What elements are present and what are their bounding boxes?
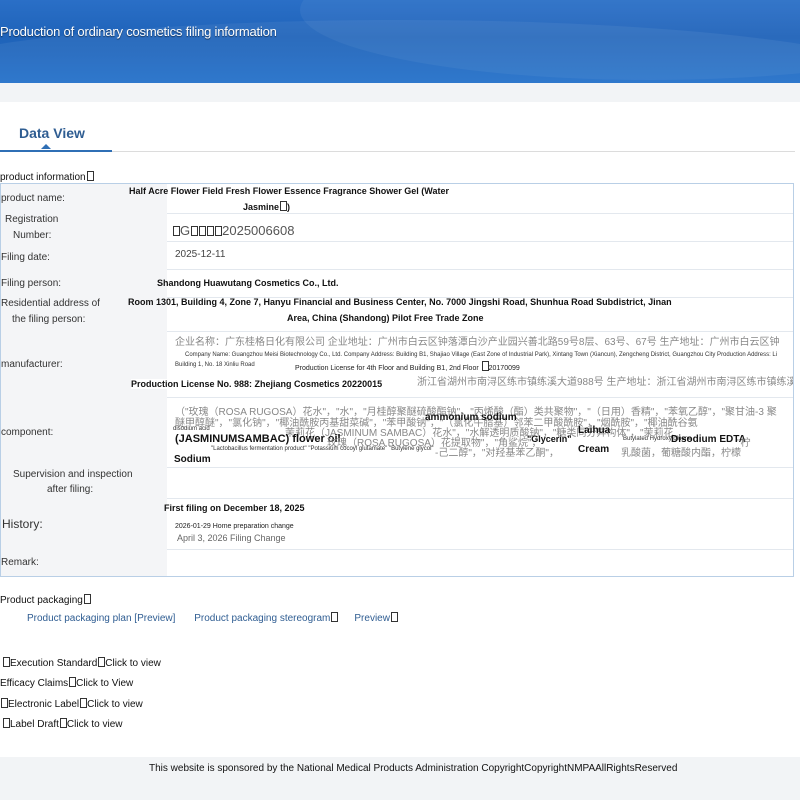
missing-glyph-icon xyxy=(331,612,339,622)
tab-caret-icon xyxy=(41,144,51,149)
page-footer: This website is sponsored by the Nationa… xyxy=(0,757,800,800)
history-value: First filing on December 18, 2025 2026-0… xyxy=(164,503,305,543)
filing-date-value: 2025-12-11 xyxy=(175,249,226,260)
product-packaging-title: Product packaging xyxy=(0,594,91,606)
tab-data-view[interactable]: Data View xyxy=(0,118,112,152)
row-supervision: Supervision and inspection after filing: xyxy=(1,467,793,499)
filing-person-label: Filing person: xyxy=(1,269,167,297)
tab-bar: Data View xyxy=(0,118,795,152)
page-title: Production of ordinary cosmetics filing … xyxy=(0,24,277,39)
footer-copyright: This website is sponsored by the Nationa… xyxy=(149,763,678,774)
filing-date-label: Filing date: xyxy=(1,241,167,269)
registration-number-label: Registration Number: xyxy=(1,213,167,241)
packaging-plan-link[interactable]: Product packaging plan [Preview] xyxy=(27,613,175,624)
missing-glyph-icon xyxy=(86,171,94,181)
product-information-title: product information xyxy=(0,171,94,183)
efficacy-claims-link[interactable]: Efficacy Claims Click to View xyxy=(0,677,133,689)
product-info-table: product name: Half Acre Flower Field Fre… xyxy=(0,183,794,577)
missing-glyph-icon xyxy=(199,226,207,236)
row-registration-number: Registration Number: G 2025006608 xyxy=(1,213,793,242)
history-label: History: xyxy=(1,498,167,549)
missing-glyph-icon xyxy=(3,718,10,728)
remark-value xyxy=(167,549,793,576)
residential-address-value: Room 1301, Building 4, Zone 7, Hanyu Fin… xyxy=(128,297,672,323)
label-draft-link[interactable]: Label Draft Click to view xyxy=(2,718,123,730)
component-value: （"玫瑰（ROSA RUGOSA）花水"，"水"，"月桂醇聚醚硫酸酯钠"，"丙烯… xyxy=(173,407,777,465)
row-component: component: （"玫瑰（ROSA RUGOSA）花水"，"水"，"月桂醇… xyxy=(1,397,793,468)
remark-label: Remark: xyxy=(1,549,167,576)
row-history: History: First filing on December 18, 20… xyxy=(1,498,793,550)
electronic-label-link[interactable]: Electronic Label Click to view xyxy=(0,698,143,710)
row-filing-person: Filing person: Shandong Huawutang Cosmet… xyxy=(1,269,793,298)
missing-glyph-icon xyxy=(173,226,180,236)
missing-glyph-icon xyxy=(390,612,398,622)
tab-data-view-label: Data View xyxy=(19,125,85,141)
missing-glyph-icon xyxy=(83,594,91,604)
missing-glyph-icon xyxy=(481,361,489,371)
row-manufacturer: manufacturer: 企业名称：广东桂格日化有限公司 企业地址：广州市白云… xyxy=(1,331,793,398)
packaging-stereogram-link[interactable]: Product packaging stereogram Preview xyxy=(194,612,414,624)
missing-glyph-icon xyxy=(59,718,67,728)
missing-glyph-icon xyxy=(280,201,288,211)
row-residential-address: Residential address of the filing person… xyxy=(1,297,793,332)
header-band xyxy=(0,83,800,102)
missing-glyph-icon xyxy=(3,657,10,667)
page-header: Production of ordinary cosmetics filing … xyxy=(0,0,800,83)
filing-person-value: Shandong Huawutang Cosmetics Co., Ltd. xyxy=(157,278,339,288)
manufacturer-license: Production License No. 988: Zhejiang Cos… xyxy=(131,379,383,389)
row-remark: Remark: xyxy=(1,549,793,576)
component-label: component: xyxy=(1,397,167,467)
packaging-links: Product packaging plan [Preview] Product… xyxy=(27,612,430,624)
supervision-value xyxy=(167,467,793,498)
missing-glyph-icon xyxy=(191,226,199,236)
row-filing-date: Filing date: 2025-12-11 xyxy=(1,241,793,270)
row-product-name: product name: Half Acre Flower Field Fre… xyxy=(1,184,793,214)
missing-glyph-icon xyxy=(207,226,215,236)
execution-standard-link[interactable]: Execution Standard Click to view xyxy=(2,657,161,669)
missing-glyph-icon xyxy=(1,698,8,708)
registration-number-value: G 2025006608 xyxy=(167,213,793,241)
supervision-label: Supervision and inspection after filing: xyxy=(1,467,167,498)
product-name-value: Half Acre Flower Field Fresh Flower Esse… xyxy=(129,186,449,212)
